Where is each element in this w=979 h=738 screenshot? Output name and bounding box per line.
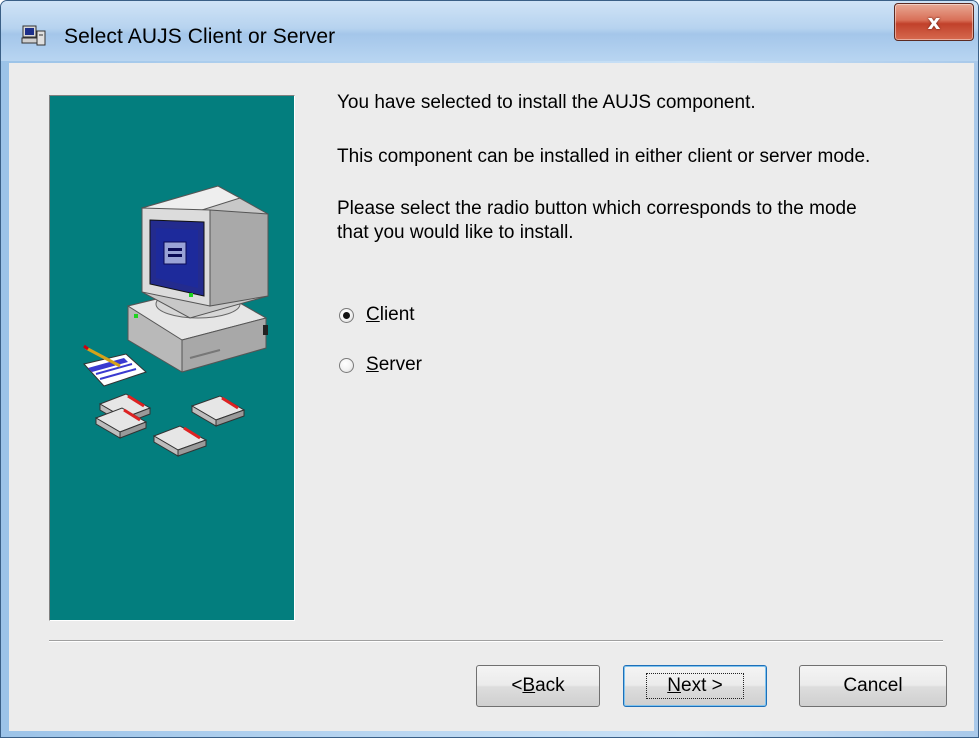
setup-computer-icon bbox=[21, 25, 46, 46]
client-radio-option[interactable]: Client bbox=[339, 303, 415, 327]
close-icon: x bbox=[927, 10, 941, 34]
intro-text: You have selected to install the AUJS co… bbox=[337, 92, 756, 113]
client-radio-label[interactable]: Client bbox=[366, 304, 415, 326]
dialog-body: You have selected to install the AUJS co… bbox=[9, 63, 974, 731]
floppy-disk-4 bbox=[152, 425, 208, 457]
server-radio-label[interactable]: Server bbox=[366, 354, 422, 376]
server-radio-button[interactable] bbox=[339, 357, 354, 373]
floppy-disk-3 bbox=[190, 395, 246, 427]
title-bar[interactable]: Select AUJS Client or Server x bbox=[1, 1, 978, 61]
installer-window: Select AUJS Client or Server x You have … bbox=[0, 0, 979, 738]
next-focus-rect: Next > bbox=[646, 673, 744, 699]
window-title: Select AUJS Client or Server bbox=[64, 25, 336, 48]
back-button[interactable]: < Back bbox=[476, 665, 600, 707]
close-button[interactable]: x bbox=[894, 3, 974, 41]
mode-explanation-text: This component can be installed in eithe… bbox=[337, 146, 871, 167]
cancel-button[interactable]: Cancel bbox=[799, 665, 947, 707]
server-radio-option[interactable]: Server bbox=[339, 353, 422, 377]
computer-illustration bbox=[83, 185, 269, 457]
instruction-text-line1: Please select the radio button which cor… bbox=[337, 198, 857, 219]
side-illustration-panel bbox=[49, 95, 295, 621]
button-separator bbox=[49, 640, 943, 642]
client-radio-button[interactable] bbox=[339, 307, 354, 323]
instruction-text-line2: that you would like to install. bbox=[337, 222, 574, 243]
next-button[interactable]: Next > bbox=[623, 665, 767, 707]
